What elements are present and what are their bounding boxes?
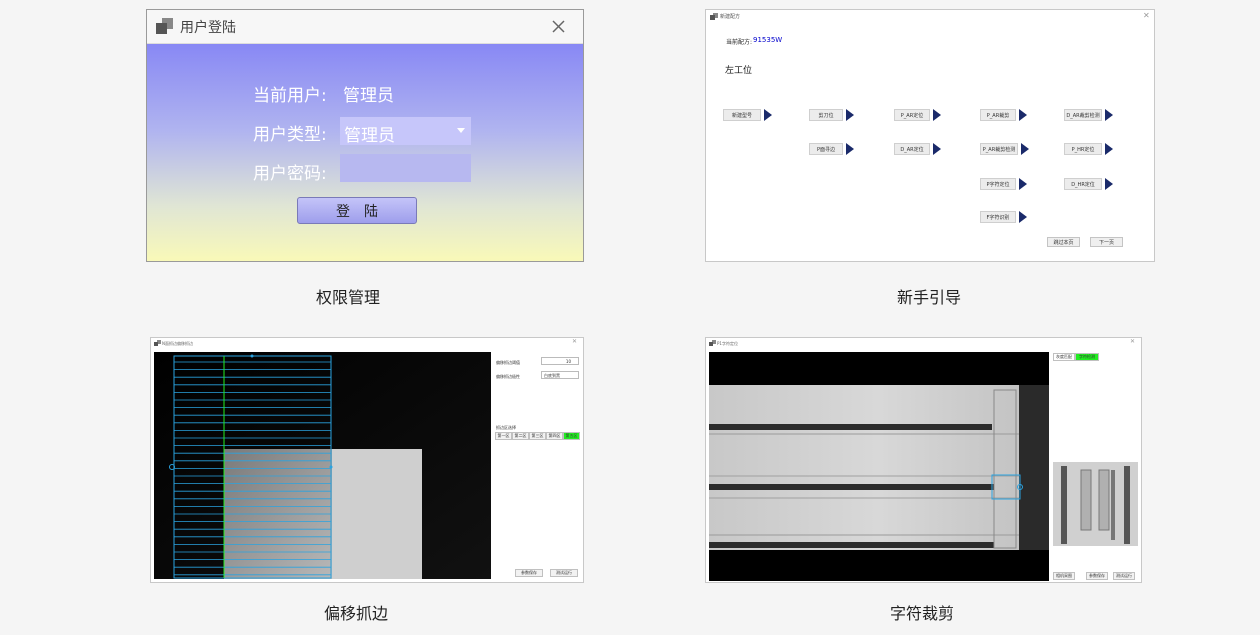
tab-zone-5[interactable]: 第五区 xyxy=(563,432,580,440)
password-field[interactable] xyxy=(340,154,471,182)
login-body: 当前用户: 管理员 用户类型: 管理员 用户密码: 登 陆 xyxy=(147,44,583,261)
step-button[interactable]: 新建型号 xyxy=(723,108,772,122)
login-window: 用户登陆 当前用户: 管理员 用户类型: 管理员 用户密码: 登 陆 xyxy=(146,9,584,262)
threshold-value: 10 xyxy=(565,359,571,364)
close-icon[interactable]: ✕ xyxy=(1130,338,1135,345)
skip-button[interactable]: 跳过本页 xyxy=(1047,237,1080,247)
roi-handle[interactable] xyxy=(250,354,254,358)
caption-permission: 权限管理 xyxy=(315,288,380,307)
step-button[interactable]: 剪刀位 xyxy=(809,108,854,122)
step-label: P_AR裁剪 xyxy=(980,109,1016,121)
play-arrow-icon xyxy=(846,143,854,155)
caption-crop: 字符裁剪 xyxy=(889,604,954,623)
step-button[interactable]: P_AR裁剪 xyxy=(980,108,1027,122)
play-arrow-icon xyxy=(933,143,941,155)
login-button[interactable]: 登 陆 xyxy=(297,197,417,224)
save-params-button[interactable]: 参数保存 xyxy=(1086,572,1108,580)
station-label: 左工位 xyxy=(725,66,753,76)
caption-offset: 偏移抓边 xyxy=(323,604,388,623)
tab-zone-4[interactable]: 第四区 xyxy=(546,432,563,440)
play-arrow-icon xyxy=(1105,178,1113,190)
play-arrow-icon xyxy=(1105,109,1113,121)
polarity-label: 偏移抓边极性 xyxy=(496,374,520,379)
user-type-label: 用户类型: xyxy=(253,125,327,145)
play-arrow-icon xyxy=(933,109,941,121)
play-arrow-icon xyxy=(1019,211,1027,223)
login-title: 用户登陆 xyxy=(180,20,236,36)
step-label: P_HR定位 xyxy=(1064,143,1102,155)
play-arrow-icon xyxy=(1019,178,1027,190)
caption-guide: 新手引导 xyxy=(896,288,961,307)
offset-window: N面抓边偏移抓边 ✕ 偏移抓边阈值 10 偏移抓边极性 白底到黑 抓边区选择 第… xyxy=(150,337,584,583)
current-user-label: 当前用户: xyxy=(253,86,327,106)
test-run-button[interactable]: 测试运行 xyxy=(1113,572,1135,580)
step-button[interactable]: P_AR定位 xyxy=(894,108,941,122)
roi-handle[interactable] xyxy=(329,465,333,469)
char-preview xyxy=(1053,462,1138,546)
app-window-icon xyxy=(710,13,718,20)
recipe-label: 当前配方: xyxy=(726,39,753,46)
close-icon[interactable] xyxy=(552,20,565,33)
step-button[interactable]: P_HR定位 xyxy=(1064,142,1113,156)
crop-window: P1字符定位 ✕ 灰度匹配 字符检测 相机采图 参数保存 测试运行 xyxy=(705,337,1142,583)
step-label: D_AR裁剪检测 xyxy=(1064,109,1102,121)
crop-title: P1字符定位 xyxy=(717,341,738,346)
app-window-icon xyxy=(156,18,173,34)
password-label: 用户密码: xyxy=(253,164,327,184)
app-window-icon xyxy=(154,340,161,346)
offset-title: N面抓边偏移抓边 xyxy=(162,341,193,346)
polarity-select[interactable]: 白底到黑 xyxy=(541,371,579,379)
play-arrow-icon xyxy=(764,109,772,121)
login-title-bar: 用户登陆 xyxy=(147,10,583,44)
step-button[interactable]: D_AR定位 xyxy=(894,142,941,156)
step-label: 新建型号 xyxy=(723,109,761,121)
play-arrow-icon xyxy=(1105,143,1113,155)
tab-zone-2[interactable]: 第二区 xyxy=(512,432,529,440)
guide-title: 新建配方 xyxy=(720,14,741,20)
tab-char-detect[interactable]: 字符检测 xyxy=(1075,353,1099,361)
user-type-select[interactable]: 管理员 xyxy=(340,117,471,146)
play-arrow-icon xyxy=(1019,109,1027,121)
step-label: P_AR定位 xyxy=(894,109,930,121)
app-window-icon xyxy=(709,340,716,346)
threshold-spinbox[interactable]: 10 xyxy=(541,357,579,365)
recipe-value: 91535W xyxy=(753,36,783,44)
step-label: 剪刀位 xyxy=(809,109,843,121)
camera-view[interactable] xyxy=(709,352,1049,581)
step-label: P面寻边 xyxy=(809,143,843,155)
step-label: D_HR定位 xyxy=(1064,178,1102,190)
step-label: P字符定位 xyxy=(980,178,1016,190)
play-arrow-icon xyxy=(846,109,854,121)
step-label: D_AR定位 xyxy=(894,143,930,155)
step-button[interactable]: P字符定位 xyxy=(980,177,1027,191)
tab-zone-3[interactable]: 第三区 xyxy=(529,432,546,440)
play-arrow-icon xyxy=(1021,143,1029,155)
save-params-button[interactable]: 参数保存 xyxy=(515,569,543,577)
close-icon[interactable]: ✕ xyxy=(1143,11,1150,20)
step-button[interactable]: F字符识别 xyxy=(980,210,1027,224)
camera-capture-button[interactable]: 相机采图 xyxy=(1053,572,1075,580)
close-icon[interactable]: ✕ xyxy=(572,338,577,345)
section-label: 抓边区选择 xyxy=(496,425,516,430)
tab-zone-1[interactable]: 第一区 xyxy=(495,432,512,440)
step-label: F字符识别 xyxy=(980,211,1016,223)
polarity-value: 白底到黑 xyxy=(544,373,560,378)
camera-view[interactable] xyxy=(154,352,491,579)
chevron-down-icon xyxy=(457,128,465,133)
test-run-button[interactable]: 测试运行 xyxy=(550,569,578,577)
tab-gray-match[interactable]: 灰度匹配 xyxy=(1053,353,1075,361)
step-button[interactable]: D_AR裁剪检测 xyxy=(1064,108,1113,122)
step-button[interactable]: P面寻边 xyxy=(809,142,854,156)
threshold-label: 偏移抓边阈值 xyxy=(496,360,520,365)
current-user-value: 管理员 xyxy=(343,86,394,106)
step-button[interactable]: D_HR定位 xyxy=(1064,177,1113,191)
step-button[interactable]: P_AR裁剪检测 xyxy=(980,142,1029,156)
next-button[interactable]: 下一页 xyxy=(1090,237,1123,247)
workpiece-light xyxy=(332,449,422,579)
guide-window: 新建配方 ✕ 当前配方: 91535W 左工位 新建型号 剪刀位 P_AR定位 … xyxy=(705,9,1155,262)
step-label: P_AR裁剪检测 xyxy=(980,143,1018,155)
user-type-value: 管理员 xyxy=(344,126,395,146)
